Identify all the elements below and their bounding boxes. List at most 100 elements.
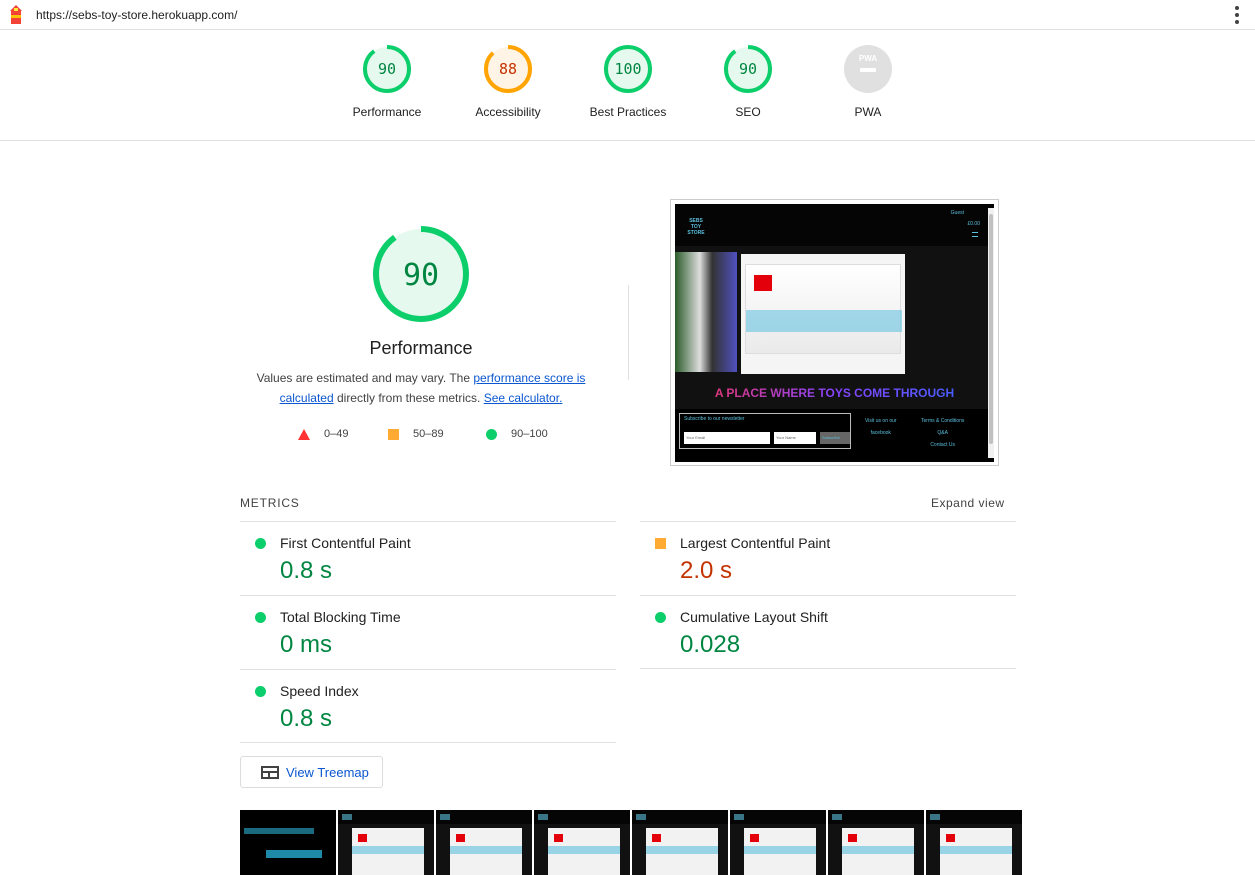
performance-main-gauge: 90: [373, 226, 469, 322]
metric-title: Largest Contentful Paint: [680, 535, 831, 551]
qa-text: Q&A: [937, 430, 948, 436]
metric-title: First Contentful Paint: [280, 535, 411, 551]
contact-text: Contact Us: [930, 442, 956, 448]
newsletter-box: Subscribe to our newsletter Your Email Y…: [679, 413, 851, 449]
screenshot-cart-total: £0.00: [967, 221, 980, 227]
pass-circle-icon: [255, 538, 266, 549]
pwa-badge-icon: PWA: [844, 45, 892, 93]
seo-label: SEO: [735, 105, 761, 119]
pass-circle-icon: [655, 612, 666, 623]
seo-score: 90: [739, 60, 757, 78]
screenshot-guest: Guest: [950, 210, 964, 216]
accessibility-label: Accessibility: [475, 105, 541, 119]
terms-text: Terms & Conditions: [921, 418, 965, 424]
view-treemap-label: View Treemap: [286, 765, 369, 780]
metric-lcp: Largest Contentful Paint 2.0 s: [640, 521, 1016, 595]
legend-average-label: 50–89: [413, 428, 444, 440]
screenshot-menu-icon: [972, 232, 978, 237]
metric-cls: Cumulative Layout Shift 0.028: [640, 595, 1016, 669]
metric-value: 2.0 s: [680, 557, 733, 584]
metrics-heading: METRICS: [240, 496, 300, 510]
divider: [628, 285, 629, 380]
screenshot-tagline: A PLACE WHERE TOYS COME THROUGH: [675, 386, 994, 400]
lego-logo-icon: [754, 275, 772, 291]
metric-title: Cumulative Layout Shift: [680, 609, 828, 625]
performance-label: Performance: [352, 105, 422, 119]
footer-links: Terms & Conditions Q&A Contact Us: [921, 415, 964, 451]
divider: [240, 742, 616, 743]
footer-social: Visit us on our facebook: [865, 415, 897, 439]
legend-pass: 90–100: [486, 428, 548, 440]
filmstrip-frame: [632, 810, 730, 875]
summary-pwa[interactable]: PWA PWA: [808, 44, 928, 119]
lego-box: [745, 264, 902, 354]
filmstrip-frame: [828, 810, 926, 875]
accessibility-gauge: 88: [484, 45, 532, 93]
divider: [640, 668, 1016, 669]
score-summary: 90 Performance 88 Accessibility 100 Best…: [0, 30, 1255, 141]
see-calculator-link[interactable]: See calculator.: [484, 391, 563, 405]
newsletter-title: Subscribe to our newsletter: [684, 416, 745, 422]
desc-text-2: directly from these metrics.: [333, 391, 484, 405]
performance-main-score: 90: [403, 258, 439, 293]
newsletter-subscribe: Subscribe: [820, 432, 850, 444]
legend-fail-label: 0–49: [324, 428, 349, 440]
fail-triangle-icon: [298, 428, 310, 440]
screenshot-footer: Subscribe to our newsletter Your Email Y…: [675, 409, 994, 462]
summary-seo[interactable]: 90 SEO: [688, 44, 808, 119]
metric-value: 0 ms: [280, 631, 333, 658]
pwa-badge-text: PWA: [859, 54, 877, 63]
average-square-icon: [655, 538, 666, 549]
summary-best-practices[interactable]: 100 Best Practices: [568, 44, 688, 119]
metric-title: Total Blocking Time: [280, 609, 401, 625]
address-bar: https://sebs-toy-store.herokuapp.com/: [0, 0, 1255, 30]
filmstrip-frame: [534, 810, 632, 875]
summary-accessibility[interactable]: 88 Accessibility: [448, 44, 568, 119]
metric-title: Speed Index: [280, 683, 359, 699]
best-practices-label: Best Practices: [589, 105, 667, 119]
more-options-icon[interactable]: [1235, 6, 1239, 24]
lighthouse-logo-icon: [10, 5, 22, 24]
metric-value: 0.8 s: [280, 705, 333, 732]
average-square-icon: [388, 428, 399, 440]
facebook-text: facebook: [870, 430, 891, 436]
performance-score: 90: [378, 60, 396, 78]
screenshot-brand: SEBS TOY STORE: [687, 218, 705, 236]
expand-view-toggle[interactable]: Expand view: [931, 496, 1005, 510]
score-legend: 0–49 50–89 90–100: [296, 428, 566, 444]
filmstrip-frame: [926, 810, 1024, 875]
legend-pass-label: 90–100: [511, 428, 548, 440]
best-practices-gauge: 100: [604, 45, 652, 93]
filmstrip-frame: [338, 810, 436, 875]
final-screenshot[interactable]: SEBS TOY STORE Guest £0.00 A PLACE WHERE…: [670, 199, 999, 466]
screenshot-navbar: SEBS TOY STORE Guest £0.00: [675, 204, 994, 246]
desc-text-1: Values are estimated and may vary. The: [256, 371, 474, 385]
performance-gauge: 90: [363, 45, 411, 93]
legend-fail: 0–49: [298, 428, 348, 440]
metric-fcp: First Contentful Paint 0.8 s: [240, 521, 616, 595]
screenshot-hero-image: [741, 254, 905, 374]
pass-circle-icon: [255, 686, 266, 697]
pwa-label: PWA: [854, 105, 882, 119]
pass-circle-icon: [486, 428, 497, 440]
screenshot-image: SEBS TOY STORE Guest £0.00 A PLACE WHERE…: [675, 204, 994, 462]
pass-circle-icon: [255, 612, 266, 623]
performance-description: Values are estimated and may vary. The p…: [251, 368, 591, 408]
treemap-icon: [261, 766, 279, 779]
view-treemap-button[interactable]: View Treemap: [240, 756, 383, 788]
filmstrip-frame: [436, 810, 534, 875]
filmstrip-frame: [240, 810, 338, 875]
screenshot-scrollbar: [988, 208, 994, 458]
legend-average: 50–89: [388, 428, 444, 440]
best-practices-score: 100: [614, 60, 641, 78]
visit-us-text: Visit us on our: [865, 418, 897, 424]
page-url: https://sebs-toy-store.herokuapp.com/: [36, 8, 238, 22]
metric-tbt: Total Blocking Time 0 ms: [240, 595, 616, 669]
filmstrip-frame: [730, 810, 828, 875]
newsletter-name: Your Name: [774, 432, 816, 444]
metric-value: 0.028: [680, 631, 741, 658]
performance-title: Performance: [369, 338, 473, 358]
summary-performance[interactable]: 90 Performance: [327, 44, 447, 119]
metric-si: Speed Index 0.8 s: [240, 669, 616, 743]
metric-value: 0.8 s: [280, 557, 333, 584]
